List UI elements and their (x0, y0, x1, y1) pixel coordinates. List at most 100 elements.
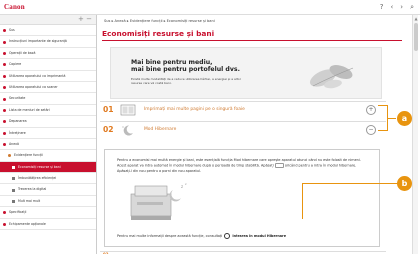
sidebar-item[interactable]: Economisiți resurse și bani (0, 161, 96, 174)
detail-more-info: Pentru mai multe informații despre aceas… (117, 233, 286, 239)
sidebar-item[interactable]: Sus (0, 25, 96, 37)
bullet-icon (3, 40, 6, 44)
page-title: Economisiți resurse și bani (102, 29, 402, 41)
sidebar-item[interactable]: Întreținere (0, 128, 96, 139)
sidebar-item-label: Economisiți resurse și bani (18, 164, 61, 169)
bullet-icon (3, 211, 6, 215)
help-icon[interactable]: ? (380, 2, 384, 12)
n-up-pages-icon (120, 104, 136, 116)
scroll-up-icon[interactable]: ▲ (413, 16, 419, 21)
canon-logo: Canon (4, 3, 25, 11)
sidebar-item-label: Sus (9, 28, 15, 32)
sidebar-item[interactable]: Depanarea (0, 116, 96, 128)
expand-toggle-icon[interactable]: + (366, 105, 376, 115)
forward-icon[interactable]: › (400, 2, 403, 12)
callout-a-line (388, 118, 396, 120)
row-number: 02 (103, 125, 114, 134)
sidebar-item[interactable]: Lista de meniuri de setări (0, 105, 96, 117)
bullet-icon (3, 143, 6, 147)
sidebar-header: + − (0, 15, 96, 25)
scrollbar[interactable]: ▲ (412, 15, 418, 254)
callout-b-badge: b (397, 176, 412, 191)
top-icons: ? ‹ › ⌕ (380, 2, 414, 12)
sidebar-item-label: Instrucțiuni importante de siguranță (9, 39, 67, 44)
main-content: Sus ▸ Anexă ▸ Evidențiere funcții ▸ Econ… (98, 15, 420, 254)
bullet-icon (12, 177, 15, 181)
bullet-icon (3, 86, 6, 90)
row-label[interactable]: Mod Hibernare (144, 127, 176, 132)
bullet-icon (12, 200, 15, 204)
sidebar-item[interactable]: Specificații (0, 207, 96, 219)
bullet-icon (3, 74, 6, 78)
top-bar: Canon ? ‹ › ⌕ (0, 0, 420, 15)
sidebar-item[interactable]: Îmbunătățirea eficienței (0, 173, 96, 185)
bullet-icon (3, 108, 6, 112)
bullet-icon (8, 154, 11, 158)
leaves-illustration (309, 65, 354, 89)
sidebar-item[interactable]: Operații de bază (0, 48, 96, 60)
sidebar-list: Sus Instrucțiuni importante de siguranță O… (0, 25, 96, 231)
feature-row-sleep-mode[interactable]: 02 Mod Hibernare − (100, 121, 386, 138)
scroll-thumb[interactable] (414, 23, 418, 51)
link-arrow-icon[interactable] (224, 233, 231, 239)
breadcrumb[interactable]: Sus ▸ Anexă ▸ Evidențiere funcții ▸ Econ… (104, 19, 215, 23)
sidebar-item-label: Trecerea la digital (18, 187, 47, 192)
search-icon[interactable]: ⌕ (410, 2, 414, 12)
row-number: 01 (103, 105, 114, 114)
svg-text:z: z (185, 182, 187, 186)
banner-title: Mai bine pentru mediu, mai bine pentru p… (131, 59, 240, 74)
sidebar-item-label: Operații de bază (9, 50, 36, 55)
sidebar-item-label: Lista de meniuri de setări (9, 107, 50, 112)
bullet-icon (12, 165, 15, 169)
printer-illustration: z z (130, 182, 187, 220)
sidebar-item-label: Îmbunătățirea eficienței (18, 176, 57, 181)
sidebar-item[interactable]: Instrucțiuni importante de siguranță (0, 36, 96, 48)
bullet-icon (3, 29, 6, 33)
sidebar-item-label: Anexă (9, 141, 19, 146)
sidebar-item[interactable]: Anexă (0, 139, 96, 151)
sidebar-item-label: Copiere (9, 62, 22, 67)
sidebar-item-label: Utilizarea aparatului ca imprimantă (9, 73, 66, 78)
sidebar-expand-collapse[interactable]: + − (78, 15, 92, 23)
sidebar-item[interactable]: Copiere (0, 59, 96, 71)
banner-text: Există multe modalități de a reduce util… (131, 77, 241, 85)
callout-b-line-horizontal (302, 183, 398, 185)
moon-icon (122, 125, 133, 136)
svg-text:z: z (181, 184, 183, 189)
intro-banner: Mai bine pentru mediu, mai bine pentru p… (110, 47, 382, 99)
back-icon[interactable]: ‹ (390, 2, 393, 12)
sidebar: + − Sus Instrucțiuni importante de sigura… (0, 15, 97, 254)
sidebar-item[interactable]: Mult mai mult (0, 196, 96, 208)
sidebar-item[interactable]: Securitate (0, 93, 96, 105)
bullet-icon (3, 131, 6, 135)
bullet-icon (3, 97, 6, 101)
sidebar-item[interactable]: Utilizarea aparatului ca scaner (0, 82, 96, 94)
bullet-icon (3, 63, 6, 67)
row-label[interactable]: Imprimați mai multe pagini pe o singură … (144, 107, 245, 112)
sidebar-item[interactable]: Evidențiere funcții (0, 150, 96, 162)
bullet-icon (3, 222, 6, 226)
bullet-icon (3, 120, 6, 124)
sleep-mode-detail-panel: Pentru a economisi mai multă energie și … (104, 149, 380, 247)
more-info-prefix: Pentru mai multe informații despre aceas… (117, 234, 223, 238)
sidebar-item-label: Specificații (9, 210, 27, 215)
sidebar-item[interactable]: Utilizarea aparatului ca imprimantă (0, 71, 96, 82)
callout-a-bracket (378, 105, 388, 131)
sidebar-item-label: Echipamente opționale (9, 221, 46, 226)
sidebar-item-label: Mult mai mult (18, 198, 41, 203)
sidebar-item-label: Securitate (9, 96, 26, 101)
sidebar-item-label: Evidențiere funcții (14, 153, 44, 158)
sidebar-item[interactable]: Echipamente opționale (0, 219, 96, 231)
callout-b-line-vertical (302, 183, 304, 219)
sleep-mode-link[interactable]: Intrarea în modul Hibernare (232, 234, 286, 238)
feature-row-print-multiple[interactable]: 01 Imprimați mai multe pagini pe o singu… (100, 101, 386, 118)
sidebar-item-label: Utilizarea aparatului ca scaner (9, 84, 58, 89)
bullet-icon (12, 188, 15, 192)
sidebar-item-label: Întreținere (9, 130, 26, 135)
sidebar-item-label: Depanarea (9, 119, 27, 124)
sidebar-item[interactable]: Trecerea la digital (0, 184, 96, 196)
collapse-toggle-icon[interactable]: − (366, 125, 376, 135)
callout-a-badge: a (397, 111, 412, 126)
energy-saver-key-icon (274, 163, 284, 168)
detail-text: Pentru a economisi mai multă energie și … (117, 158, 367, 174)
